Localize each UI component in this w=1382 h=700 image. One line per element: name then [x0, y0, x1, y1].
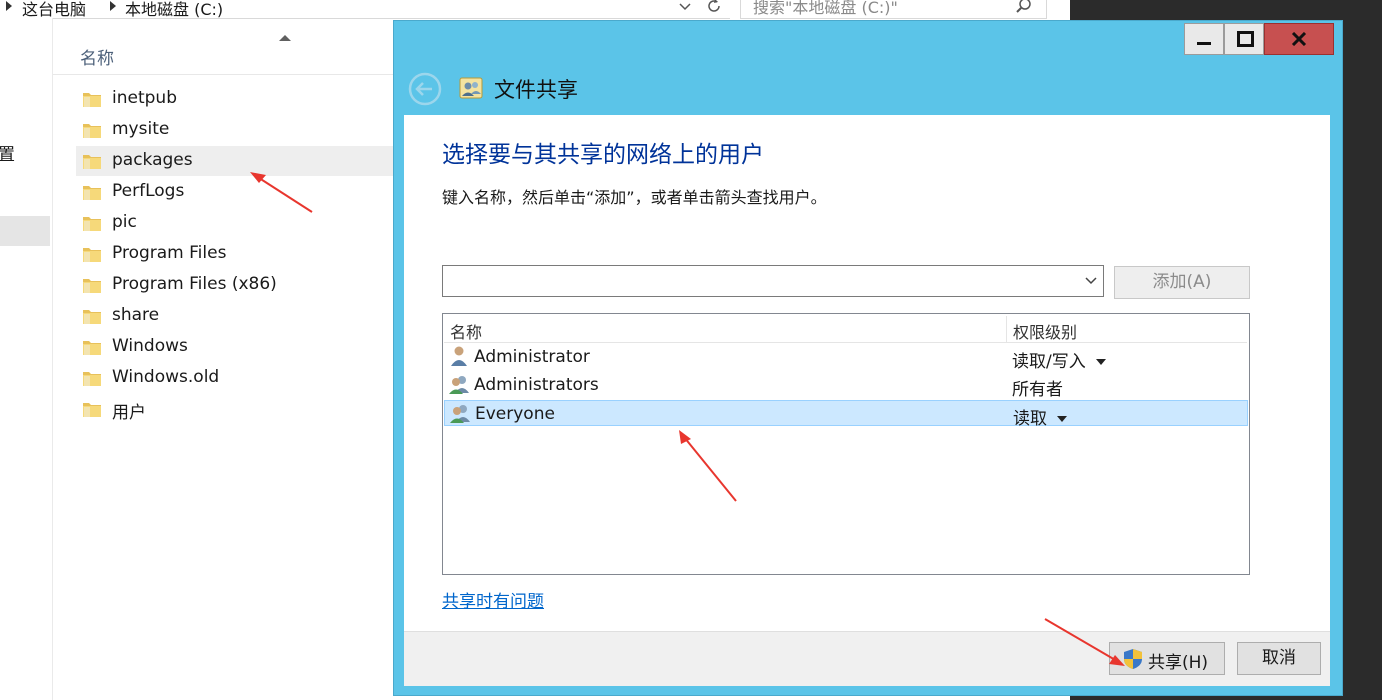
folder-name: pic	[112, 212, 137, 232]
dialog-footer: 共享(H) 取消	[404, 631, 1330, 686]
user-row[interactable]: Administrator 读取/写入	[444, 344, 1246, 372]
folder-item[interactable]: pic	[76, 208, 396, 238]
permission-dropdown-icon[interactable]	[1095, 359, 1106, 365]
folder-item[interactable]: Program Files	[76, 239, 396, 269]
folder-icon	[83, 341, 101, 355]
sharing-help-link[interactable]: 共享时有问题	[442, 587, 544, 612]
folder-name: packages	[112, 150, 193, 170]
search-input[interactable]: 搜索"本地磁盘 (C:)"	[740, 0, 1047, 19]
refresh-icon[interactable]	[706, 0, 722, 14]
search-icon[interactable]	[1015, 0, 1033, 15]
sort-ascending-icon	[279, 35, 291, 41]
close-button[interactable]	[1264, 23, 1334, 55]
column-header-name-label: 名称	[450, 323, 483, 342]
column-header-label: 名称	[80, 49, 114, 69]
permission-dropdown-icon[interactable]	[1057, 416, 1067, 422]
annotation-arrow-everyone	[679, 430, 737, 502]
folder-item[interactable]: mysite	[76, 115, 396, 145]
breadcrumb-this-pc[interactable]: 这台电脑	[22, 0, 86, 20]
minimize-button[interactable]	[1184, 23, 1224, 55]
column-header-name[interactable]: 名称	[444, 316, 1007, 343]
user-name: Administrators	[474, 375, 599, 395]
folder-icon	[83, 403, 101, 417]
breadcrumb-arrow-icon[interactable]	[110, 1, 116, 11]
folder-icon	[83, 124, 101, 138]
folder-name: inetpub	[112, 88, 177, 108]
permission-level-label: 读取	[1013, 409, 1047, 429]
maximize-icon	[1237, 31, 1254, 47]
breadcrumb-arrow-icon[interactable]	[6, 1, 12, 11]
dialog-heading: 选择要与其共享的网络上的用户	[442, 142, 764, 168]
user-name: Everyone	[475, 404, 555, 424]
address-bar[interactable]: 这台电脑 本地磁盘 (C:)	[0, 0, 730, 19]
folder-item[interactable]: packages	[76, 146, 396, 176]
folder-name: Program Files (x86)	[112, 274, 277, 294]
folder-icon	[83, 310, 101, 324]
folder-icon	[83, 372, 101, 386]
group-icon	[449, 376, 469, 394]
folder-name: Windows	[112, 336, 188, 356]
file-sharing-dialog: 文件共享 选择要与其共享的网络上的用户 键入名称，然后单击“添加”，或者单击箭头…	[393, 20, 1343, 696]
folder-item[interactable]: share	[76, 301, 396, 331]
folder-name: Windows.old	[112, 367, 220, 387]
user-row[interactable]: Everyone 读取	[444, 400, 1248, 429]
nav-item-partial[interactable]: 置	[0, 140, 15, 165]
folder-name: PerfLogs	[112, 181, 185, 201]
annotation-arrow-share	[1044, 618, 1125, 666]
permission-level[interactable]: 读取	[1013, 404, 1067, 429]
permission-level[interactable]: 读取/写入	[1012, 347, 1106, 372]
folder-item[interactable]: Windows.old	[76, 363, 396, 393]
folder-icon	[83, 279, 101, 293]
folder-name: mysite	[112, 119, 170, 139]
permission-level-label: 所有者	[1012, 380, 1063, 400]
navigation-pane: 置	[0, 18, 53, 700]
sharing-users-icon	[459, 77, 483, 99]
cancel-button[interactable]: 取消	[1237, 642, 1321, 675]
folder-item[interactable]: PerfLogs	[76, 177, 396, 207]
minimize-icon	[1197, 42, 1211, 45]
column-header-permission[interactable]: 权限级别	[1007, 316, 1247, 343]
address-dropdown-icon[interactable]	[678, 1, 692, 13]
group-icon	[450, 405, 470, 423]
search-placeholder: 搜索"本地磁盘 (C:)"	[753, 0, 898, 17]
folder-item[interactable]: Windows	[76, 332, 396, 362]
folder-item[interactable]: Program Files (x86)	[76, 270, 396, 300]
breadcrumb-local-disk[interactable]: 本地磁盘 (C:)	[125, 0, 223, 20]
annotation-arrow-packages	[250, 172, 313, 213]
permission-level: 所有者	[1012, 375, 1063, 400]
folder-name: Program Files	[112, 243, 227, 263]
folder-item[interactable]: 用户	[76, 394, 396, 424]
back-arrow-icon[interactable]	[408, 72, 444, 106]
user-row[interactable]: Administrators 所有者	[444, 372, 1246, 400]
user-name: Administrator	[474, 347, 590, 367]
user-icon	[451, 346, 467, 366]
permission-level-label: 读取/写入	[1012, 352, 1086, 372]
folder-icon	[83, 186, 101, 200]
dialog-instruction: 键入名称，然后单击“添加”，或者单击箭头查找用户。	[442, 188, 827, 207]
user-permission-list: 名称 权限级别 Administrator 读取/写入 Administrators…	[442, 313, 1250, 575]
user-name-combobox[interactable]	[442, 265, 1104, 297]
folder-icon	[83, 155, 101, 169]
dialog-title: 文件共享	[494, 78, 578, 102]
column-header-permission-label: 权限级别	[1013, 323, 1078, 342]
maximize-button[interactable]	[1224, 23, 1264, 55]
column-header-name[interactable]: 名称	[53, 35, 393, 75]
folder-name: 用户	[112, 403, 146, 423]
nav-item-selected[interactable]	[0, 216, 50, 246]
folder-icon	[83, 248, 101, 262]
folder-icon	[83, 93, 101, 107]
add-button[interactable]: 添加(A)	[1114, 266, 1250, 299]
share-button-label: 共享(H)	[1148, 653, 1209, 673]
folder-name: share	[112, 305, 160, 325]
folder-item[interactable]: inetpub	[76, 84, 396, 114]
close-icon	[1291, 32, 1307, 46]
dialog-content: 选择要与其共享的网络上的用户 键入名称，然后单击“添加”，或者单击箭头查找用户。…	[404, 115, 1330, 631]
chevron-down-icon[interactable]	[1084, 276, 1098, 286]
folder-icon	[83, 217, 101, 231]
